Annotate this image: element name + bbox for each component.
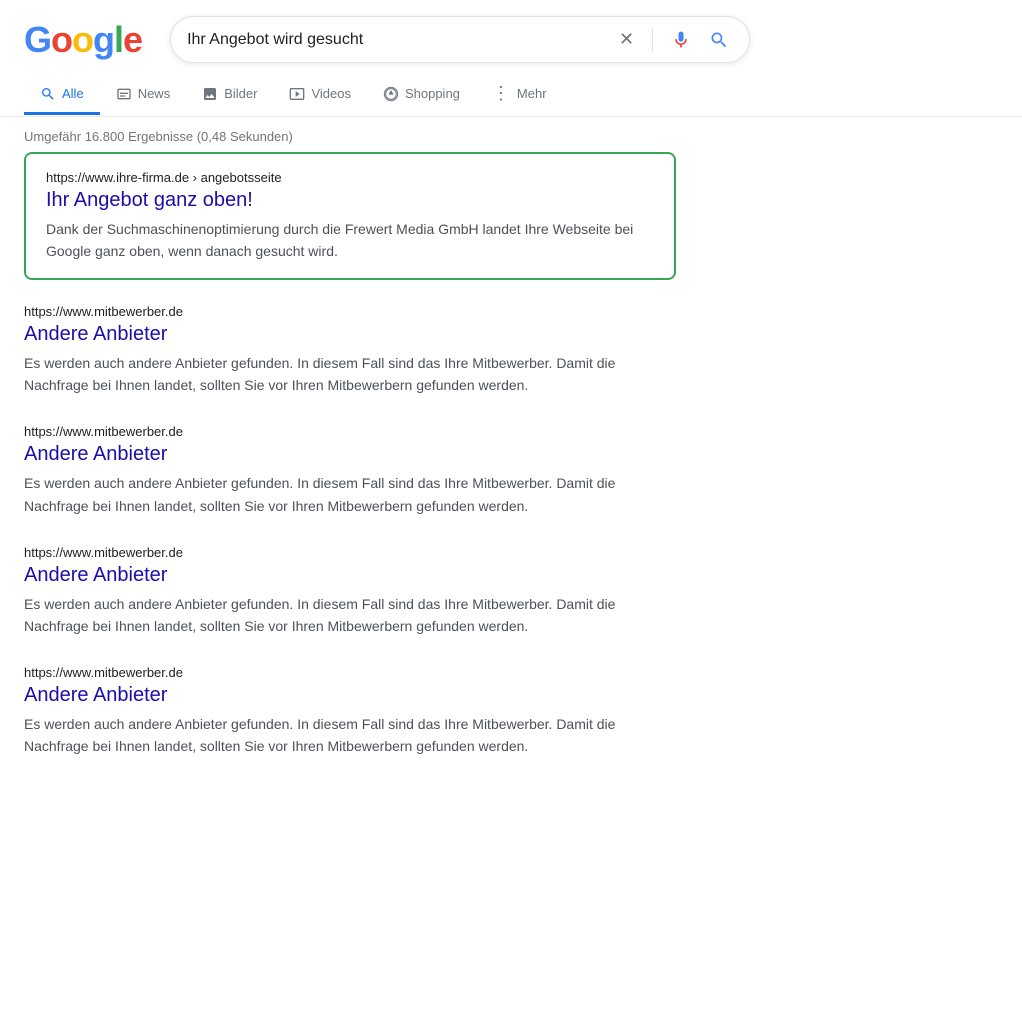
tab-mehr-label: Mehr <box>517 86 547 101</box>
result-item-1: https://www.mitbewerber.de Andere Anbiet… <box>24 424 676 516</box>
mic-icon <box>671 30 691 50</box>
google-logo: Google <box>24 19 142 61</box>
result-url-text-2: https://www.mitbewerber.de <box>24 545 183 560</box>
logo-e: e <box>123 19 142 61</box>
news-icon <box>116 86 132 102</box>
search-bar: Ihr Angebot wird gesucht ✕ <box>170 16 750 63</box>
result-url-3: https://www.mitbewerber.de <box>24 665 676 680</box>
logo-l: l <box>114 19 123 61</box>
results-area: Umgefähr 16.800 Ergebnisse (0,48 Sekunde… <box>0 117 700 757</box>
result-item-3: https://www.mitbewerber.de Andere Anbiet… <box>24 665 676 757</box>
result-desc-0: Es werden auch andere Anbieter gefunden.… <box>24 352 676 396</box>
icon-divider <box>652 28 653 52</box>
tab-shopping[interactable]: Shopping <box>367 76 476 115</box>
result-title-1[interactable]: Andere Anbieter <box>24 443 676 466</box>
result-url-text-3: https://www.mitbewerber.de <box>24 665 183 680</box>
search-input[interactable]: Ihr Angebot wird gesucht <box>187 31 607 49</box>
featured-url: https://www.ihre-firma.de › angebotsseit… <box>46 170 654 185</box>
tab-videos[interactable]: Videos <box>273 76 367 115</box>
featured-description: Dank der Suchmaschinenoptimierung durch … <box>46 218 654 262</box>
alle-icon <box>40 86 56 102</box>
search-button[interactable] <box>705 26 733 54</box>
result-url-1: https://www.mitbewerber.de <box>24 424 676 439</box>
tab-alle-label: Alle <box>62 86 84 101</box>
result-item-2: https://www.mitbewerber.de Andere Anbiet… <box>24 545 676 637</box>
logo-o1: o <box>51 19 72 61</box>
results-list: https://www.mitbewerber.de Andere Anbiet… <box>24 304 676 757</box>
result-title-2[interactable]: Andere Anbieter <box>24 564 676 587</box>
shopping-icon <box>383 86 399 102</box>
result-stats: Umgefähr 16.800 Ergebnisse (0,48 Sekunde… <box>24 117 676 152</box>
mehr-icon: ⋮ <box>492 83 511 104</box>
tab-news-label: News <box>138 86 171 101</box>
search-icon <box>709 30 729 50</box>
featured-result: https://www.ihre-firma.de › angebotsseit… <box>24 152 676 280</box>
tab-news[interactable]: News <box>100 76 187 115</box>
featured-title[interactable]: Ihr Angebot ganz oben! <box>46 189 654 212</box>
logo-o2: o <box>72 19 93 61</box>
tab-videos-label: Videos <box>311 86 351 101</box>
featured-url-text: https://www.ihre-firma.de › angebotsseit… <box>46 170 282 185</box>
result-url-text-1: https://www.mitbewerber.de <box>24 424 183 439</box>
bilder-icon <box>202 86 218 102</box>
videos-icon <box>289 86 305 102</box>
result-desc-1: Es werden auch andere Anbieter gefunden.… <box>24 472 676 516</box>
header: Google Ihr Angebot wird gesucht ✕ <box>0 0 1022 63</box>
mic-button[interactable] <box>667 26 695 54</box>
result-title-0[interactable]: Andere Anbieter <box>24 323 676 346</box>
result-desc-2: Es werden auch andere Anbieter gefunden.… <box>24 593 676 637</box>
tab-mehr[interactable]: ⋮ Mehr <box>476 73 563 117</box>
result-url-2: https://www.mitbewerber.de <box>24 545 676 560</box>
result-url-0: https://www.mitbewerber.de <box>24 304 676 319</box>
logo-g: G <box>24 19 51 61</box>
clear-icon: ✕ <box>619 29 634 50</box>
clear-button[interactable]: ✕ <box>615 25 638 54</box>
result-url-text-0: https://www.mitbewerber.de <box>24 304 183 319</box>
nav-tabs: Alle News Bilder Videos Shopping ⋮ Mehr <box>0 73 1022 117</box>
result-desc-3: Es werden auch andere Anbieter gefunden.… <box>24 713 676 757</box>
result-title-3[interactable]: Andere Anbieter <box>24 684 676 707</box>
search-icons: ✕ <box>615 25 733 54</box>
tab-bilder-label: Bilder <box>224 86 257 101</box>
tab-shopping-label: Shopping <box>405 86 460 101</box>
result-item-0: https://www.mitbewerber.de Andere Anbiet… <box>24 304 676 396</box>
tab-bilder[interactable]: Bilder <box>186 76 273 115</box>
tab-alle[interactable]: Alle <box>24 76 100 115</box>
logo-g2: g <box>93 19 114 61</box>
